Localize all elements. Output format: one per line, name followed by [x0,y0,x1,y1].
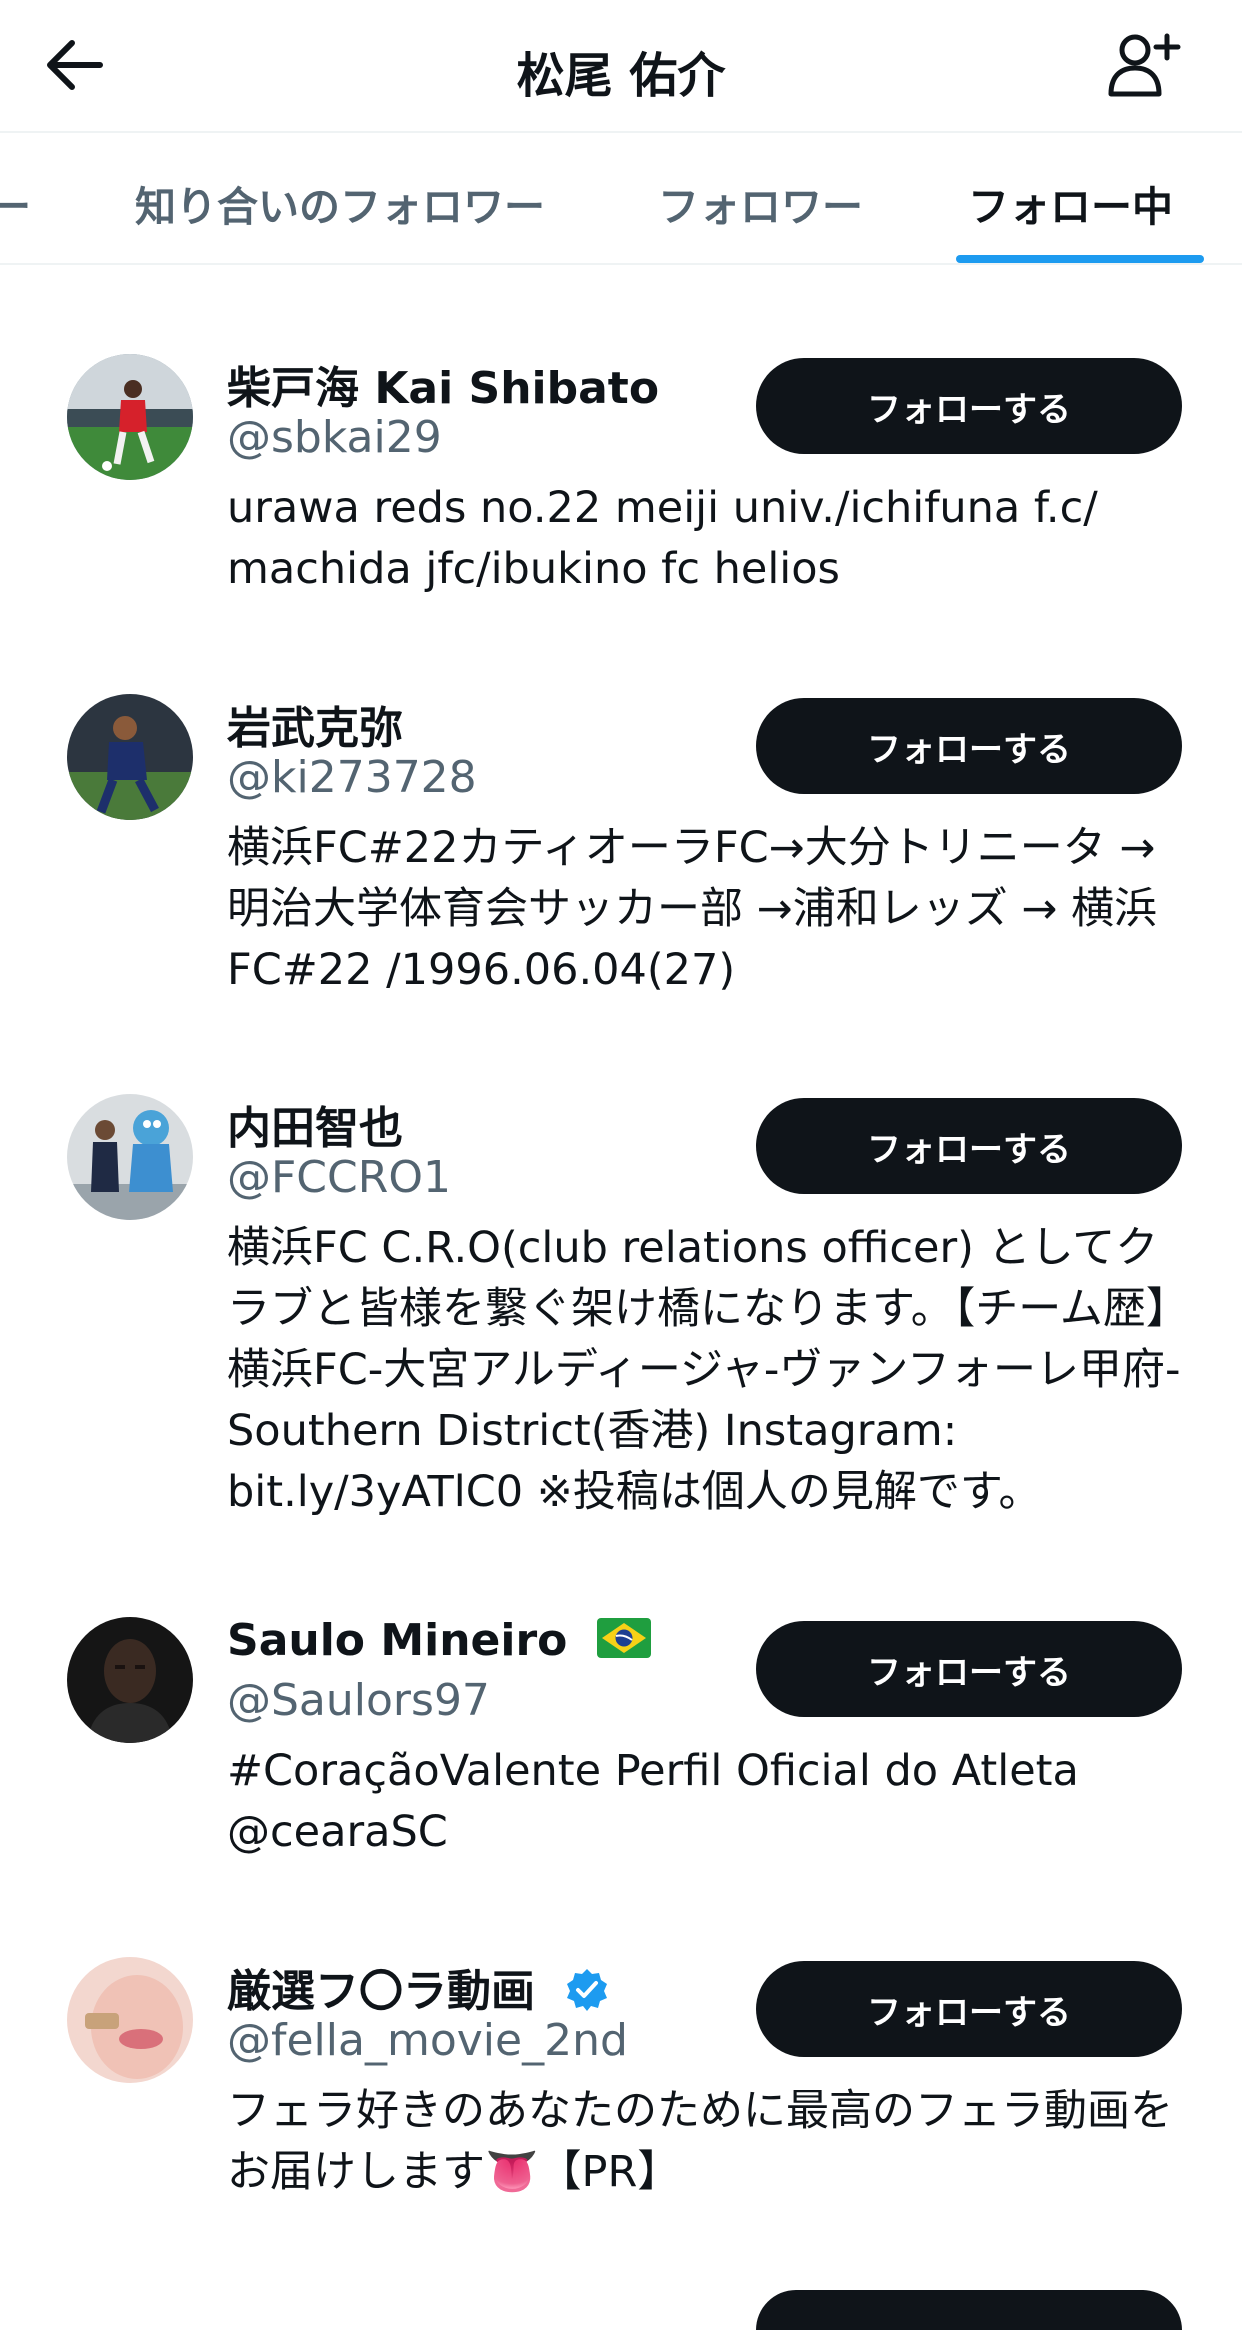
user-name: 厳選フ〇ラ動画 [227,1966,535,2017]
avatar[interactable] [67,1957,193,2083]
user-handle: @sbkai29 [227,412,442,463]
tab-following[interactable]: フォロー中 [968,173,1173,233]
avatar[interactable] [67,694,193,820]
user-name-row: 厳選フ〇ラ動画 [227,1955,610,2023]
user-name-row: Saulo Mineiro [227,1615,651,1669]
tabs-divider [0,263,1242,265]
follow-button-partial[interactable] [756,2290,1182,2330]
tab-partial[interactable]: ー [0,173,31,233]
tab-bar: ー 知り合いのフォロワー フォロワー フォロー中 [0,133,1242,263]
tab-followers[interactable]: フォロワー [658,173,863,233]
add-user-icon[interactable] [1105,28,1181,104]
user-handle: @fella_movie_2nd [227,2015,628,2066]
tab-mutual-followers[interactable]: 知り合いのフォロワー [135,173,545,233]
follow-button[interactable]: フォローする [756,1621,1182,1717]
top-bar: 松尾 佑介 [0,0,1242,133]
follow-button[interactable]: フォローする [756,1098,1182,1194]
user-bio: urawa reds no.22 meiji univ./ichifuna f.… [227,483,1098,594]
follow-button[interactable]: フォローする [756,698,1182,794]
avatar[interactable] [67,354,193,480]
avatar[interactable] [67,1617,193,1743]
user-handle: @FCCRO1 [227,1152,451,1203]
user-bio: フェラ好きのあなたのために最高のフェラ動画をお届けします👅【PR】 [227,2086,1173,2197]
follow-button[interactable]: フォローする [756,358,1182,454]
avatar[interactable] [67,1094,193,1220]
verified-badge-icon [564,1966,610,2023]
follow-button[interactable]: フォローする [756,1961,1182,2057]
brazil-flag-icon [596,1617,651,1669]
user-bio: #CoraçãoValente Perfil Oficial do Atleta… [227,1746,1079,1857]
user-handle: @Saulors97 [227,1675,490,1726]
user-name: 柴戸海 Kai Shibato [227,363,660,414]
page-title: 松尾 佑介 [516,48,726,104]
active-tab-indicator [956,255,1204,263]
user-bio: 横浜FC C.R.O(club relations officer) としてクラ… [227,1223,1181,1517]
user-name: 内田智也 [227,1103,403,1154]
user-handle: @ki273728 [227,752,477,803]
user-name: Saulo Mineiro [227,1615,568,1666]
user-bio: 横浜FC#22カティオーラFC→大分トリニータ → 明治大学体育会サッカー部 →… [227,823,1158,995]
user-name: 岩武克弥 [227,703,403,754]
